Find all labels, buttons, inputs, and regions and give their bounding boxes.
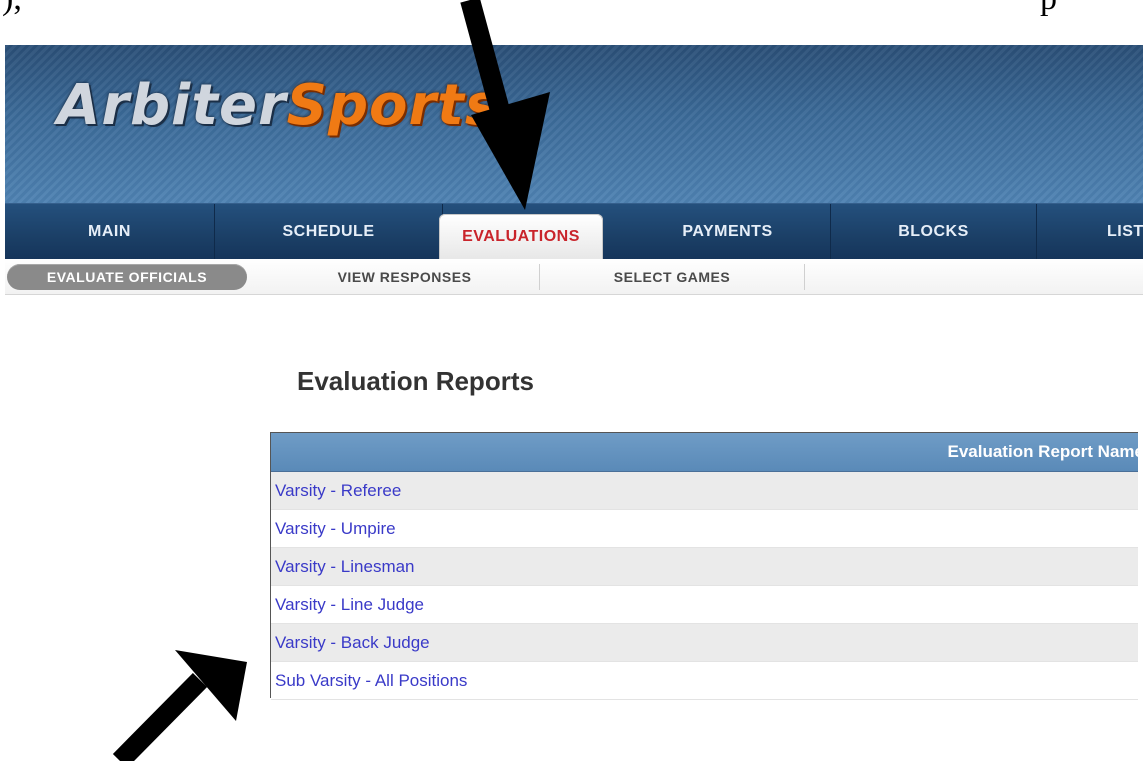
sub-nav: EVALUATE OFFICIALS VIEW RESPONSES SELECT…	[5, 259, 1143, 295]
table-row: Varsity - Line Judge	[271, 586, 1138, 624]
table-row: Varsity - Linesman	[271, 548, 1138, 586]
logo-part-arbiter: Arbiter	[57, 73, 287, 138]
table-body: Varsity - Referee Varsity - Umpire Varsi…	[271, 472, 1138, 700]
report-link[interactable]: Varsity - Umpire	[275, 519, 396, 538]
report-link[interactable]: Varsity - Linesman	[275, 557, 415, 576]
column-header-report-name: Evaluation Report Name	[947, 442, 1143, 461]
table-row: Varsity - Referee	[271, 472, 1138, 510]
tab-payments[interactable]: PAYMENTS	[625, 204, 831, 260]
document-text-right: p	[1040, 0, 1057, 18]
subtab-evaluate-officials[interactable]: EVALUATE OFFICIALS	[7, 264, 247, 290]
table-row: Varsity - Umpire	[271, 510, 1138, 548]
main-nav: MAIN SCHEDULE EVALUATIONS PAYMENTS BLOCK…	[5, 203, 1143, 260]
evaluation-reports-table: Evaluation Report Name Varsity - Referee…	[270, 432, 1143, 700]
report-link[interactable]: Varsity - Back Judge	[275, 633, 430, 652]
report-link[interactable]: Sub Varsity - All Positions	[275, 671, 467, 690]
table-header: Evaluation Report Name	[271, 433, 1143, 472]
subtab-select-games[interactable]: SELECT GAMES	[540, 264, 805, 290]
header-banner: ArbiterSports	[5, 45, 1143, 203]
document-text-left: ),	[2, 0, 22, 18]
document-text: ), p	[0, 0, 1143, 24]
report-link[interactable]: Varsity - Referee	[275, 481, 401, 500]
table-row: Varsity - Back Judge	[271, 624, 1138, 662]
page-title: Evaluation Reports	[297, 366, 534, 396]
tab-lists[interactable]: LIST	[1037, 204, 1143, 260]
report-link[interactable]: Varsity - Line Judge	[275, 595, 424, 614]
tab-schedule[interactable]: SCHEDULE	[215, 204, 443, 260]
subtab-view-responses[interactable]: VIEW RESPONSES	[270, 264, 540, 290]
table-row: Sub Varsity - All Positions	[271, 662, 1138, 700]
arbitersports-logo[interactable]: ArbiterSports	[57, 73, 499, 138]
tab-main[interactable]: MAIN	[5, 204, 215, 260]
tab-evaluations[interactable]: EVALUATIONS	[439, 214, 603, 260]
logo-part-sports: Sports	[286, 73, 500, 138]
tab-blocks[interactable]: BLOCKS	[831, 204, 1037, 260]
